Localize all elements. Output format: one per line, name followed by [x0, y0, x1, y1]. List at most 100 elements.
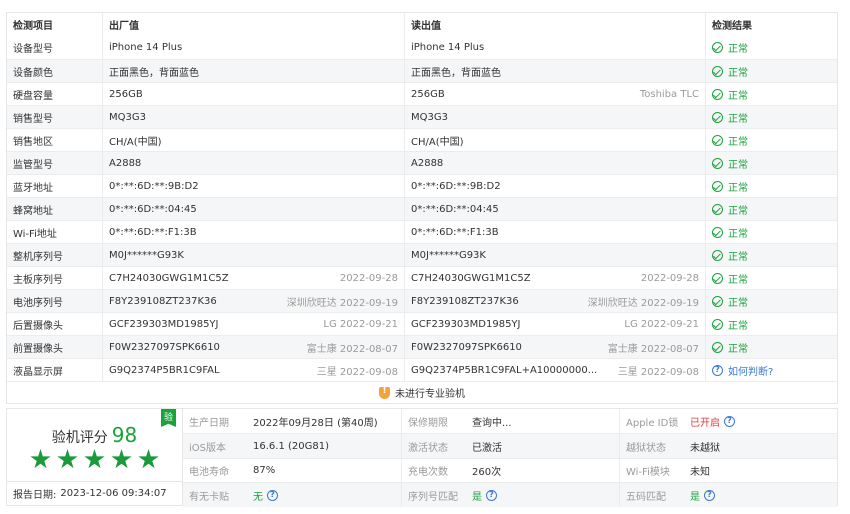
item-name: 蓝牙地址 — [13, 182, 53, 194]
shield-warning-icon — [379, 386, 390, 399]
result-text: 正常 — [728, 44, 748, 55]
field-value: 2022年09月28日 (第40周) — [253, 417, 378, 429]
table-row: 主板序列号 C7H24030GWG1M1C5Z 2022-09-28 C7H24030… — [7, 266, 837, 289]
result-cell: 正常 — [705, 221, 837, 243]
star-icon — [138, 449, 159, 469]
item-name: 电池序列号 — [13, 297, 63, 309]
item-name: 主板序列号 — [13, 274, 63, 286]
help-question-icon[interactable]: ? — [267, 489, 278, 501]
result-status: 正常 — [712, 248, 748, 263]
check-circle-icon — [712, 249, 723, 261]
help-question-icon[interactable]: ? — [486, 489, 497, 501]
check-circle-icon — [712, 295, 723, 307]
result-status: 正常 — [712, 40, 748, 55]
result-text: 正常 — [728, 182, 748, 194]
table-row: 设备型号 iPhone 14 Plus iPhone 14 Plus 正常 — [7, 36, 837, 59]
notice-text: 未进行专业验机 — [395, 389, 465, 400]
table-body: 设备型号 iPhone 14 Plus iPhone 14 Plus 正常 设备颜色 正面… — [7, 36, 837, 381]
item-name: 硬盘容量 — [13, 90, 53, 102]
read-value: 256GB — [411, 88, 445, 100]
score-value: 98 — [111, 423, 138, 447]
factory-cell: CH/A(中国) — [102, 129, 404, 151]
field-label: Wi-Fi模块 — [626, 467, 670, 478]
factory-cell: iPhone 14 Plus — [102, 36, 404, 59]
factory-value: M0J******G93K — [109, 249, 184, 261]
result-status: 正常 — [712, 225, 748, 240]
table-row: Wi-Fi地址 0*:**:6D:**:F1:3B 0*:**:6D:**:F1:3… — [7, 220, 837, 243]
summary-field: 保修期限 查询中... — [401, 409, 619, 433]
factory-note: 深圳欣旺达 2022-09-19 — [286, 297, 398, 309]
check-circle-icon — [712, 157, 723, 169]
read-cell: F8Y239108ZT237K36 深圳欣旺达 2022-09-19 — [404, 290, 705, 312]
item-name: 整机序列号 — [13, 251, 63, 263]
table-row: 电池序列号 F8Y239108ZT237K36 深圳欣旺达 2022-09-19 F8… — [7, 289, 837, 312]
read-note: 深圳欣旺达 2022-09-19 — [587, 297, 699, 309]
factory-note: LG 2022-09-21 — [323, 318, 398, 330]
result-status: 正常 — [712, 110, 748, 125]
help-question-icon[interactable]: ? — [724, 415, 735, 427]
score-line: 验机评分 98 — [7, 423, 182, 447]
read-cell: 256GB Toshiba TLC — [404, 83, 705, 105]
field-label: 序列号匹配 — [408, 491, 458, 503]
item-name: 销售型号 — [13, 113, 53, 125]
read-value: CH/A(中国) — [411, 136, 464, 148]
read-cell: C7H24030GWG1M1C5Z 2022-09-28 — [404, 267, 705, 289]
factory-cell: 256GB — [102, 83, 404, 105]
result-text: 正常 — [728, 228, 748, 240]
factory-value: F8Y239108ZT237K36 — [109, 295, 217, 307]
field-value: 16.6.1 (20G81) — [253, 440, 329, 452]
result-text: 正常 — [728, 113, 748, 125]
result-status: 正常 — [712, 87, 748, 102]
factory-value: C7H24030GWG1M1C5Z — [109, 272, 229, 284]
help-question-icon[interactable]: ? — [704, 489, 715, 501]
star-icon — [57, 449, 78, 469]
result-status: 正常 — [712, 202, 748, 217]
inspection-table: 检测项目 出厂值 读出值 检测结果 设备型号 iPhone 14 Plus iPho… — [6, 12, 838, 404]
factory-cell: MQ3G3 — [102, 106, 404, 128]
summary-field: iOS版本 16.6.1 (20G81) — [183, 433, 401, 458]
table-row: 蜂窝地址 0*:**:6D:**:04:45 0*:**:6D:**:04:45 正常 — [7, 197, 837, 220]
field-label: 生产日期 — [189, 417, 229, 429]
how-to-judge-link[interactable]: ? 如何判断? — [712, 363, 773, 378]
check-circle-icon — [712, 42, 723, 53]
result-status: 正常 — [712, 156, 748, 171]
summary-field: 电池寿命 87% — [183, 458, 401, 482]
factory-cell: GCF239303MD1985YJ LG 2022-09-21 — [102, 313, 404, 335]
report-date-label: 报告日期: — [13, 490, 57, 501]
field-value: 未知 — [690, 467, 710, 478]
read-value: 正面黑色，背面蓝色 — [411, 67, 501, 79]
item-name: 蜂窝地址 — [13, 205, 53, 217]
score-label: 验机评分 — [51, 430, 108, 446]
result-text: 正常 — [728, 90, 748, 102]
read-cell: 0*:**:6D:**:9B:D2 — [404, 175, 705, 197]
result-cell: 正常 — [705, 290, 837, 312]
read-cell: M0J******G93K — [404, 244, 705, 266]
result-text: 正常 — [728, 297, 748, 309]
read-cell: MQ3G3 — [404, 106, 705, 128]
factory-value: GCF239303MD1985YJ — [109, 318, 219, 330]
field-label: 电池寿命 — [189, 467, 229, 478]
read-value: 0*:**:6D:**:04:45 — [411, 203, 499, 215]
read-value: G9Q2374P5BR1C9FAL+A10000000... — [411, 364, 598, 376]
read-value: GCF239303MD1985YJ — [411, 318, 521, 330]
item-name: Wi-Fi地址 — [13, 228, 57, 240]
check-circle-icon — [712, 341, 723, 353]
result-text: 正常 — [728, 159, 748, 171]
factory-note: 三星 2022-09-08 — [316, 366, 398, 378]
read-cell: GCF239303MD1985YJ LG 2022-09-21 — [404, 313, 705, 335]
header-factory: 出厂值 — [102, 13, 404, 36]
star-icon — [30, 449, 51, 469]
read-note: 2022-09-28 — [640, 272, 699, 284]
score-box: 验 验机评分 98 报告日期: 2023-12-06 09:34:07 — [7, 409, 183, 505]
result-text: 正常 — [728, 274, 748, 286]
check-circle-icon — [712, 88, 723, 100]
read-cell: 0*:**:6D:**:04:45 — [404, 198, 705, 220]
table-row: 销售地区 CH/A(中国) CH/A(中国) 正常 — [7, 128, 837, 151]
item-name: 监管型号 — [13, 159, 53, 171]
field-value: 260次 — [472, 467, 502, 478]
result-cell: 正常 — [705, 244, 837, 266]
result-cell: 正常 — [705, 175, 837, 197]
field-value: 已开启 — [690, 417, 720, 429]
result-text: 正常 — [728, 67, 748, 79]
field-value: 87% — [253, 465, 276, 476]
